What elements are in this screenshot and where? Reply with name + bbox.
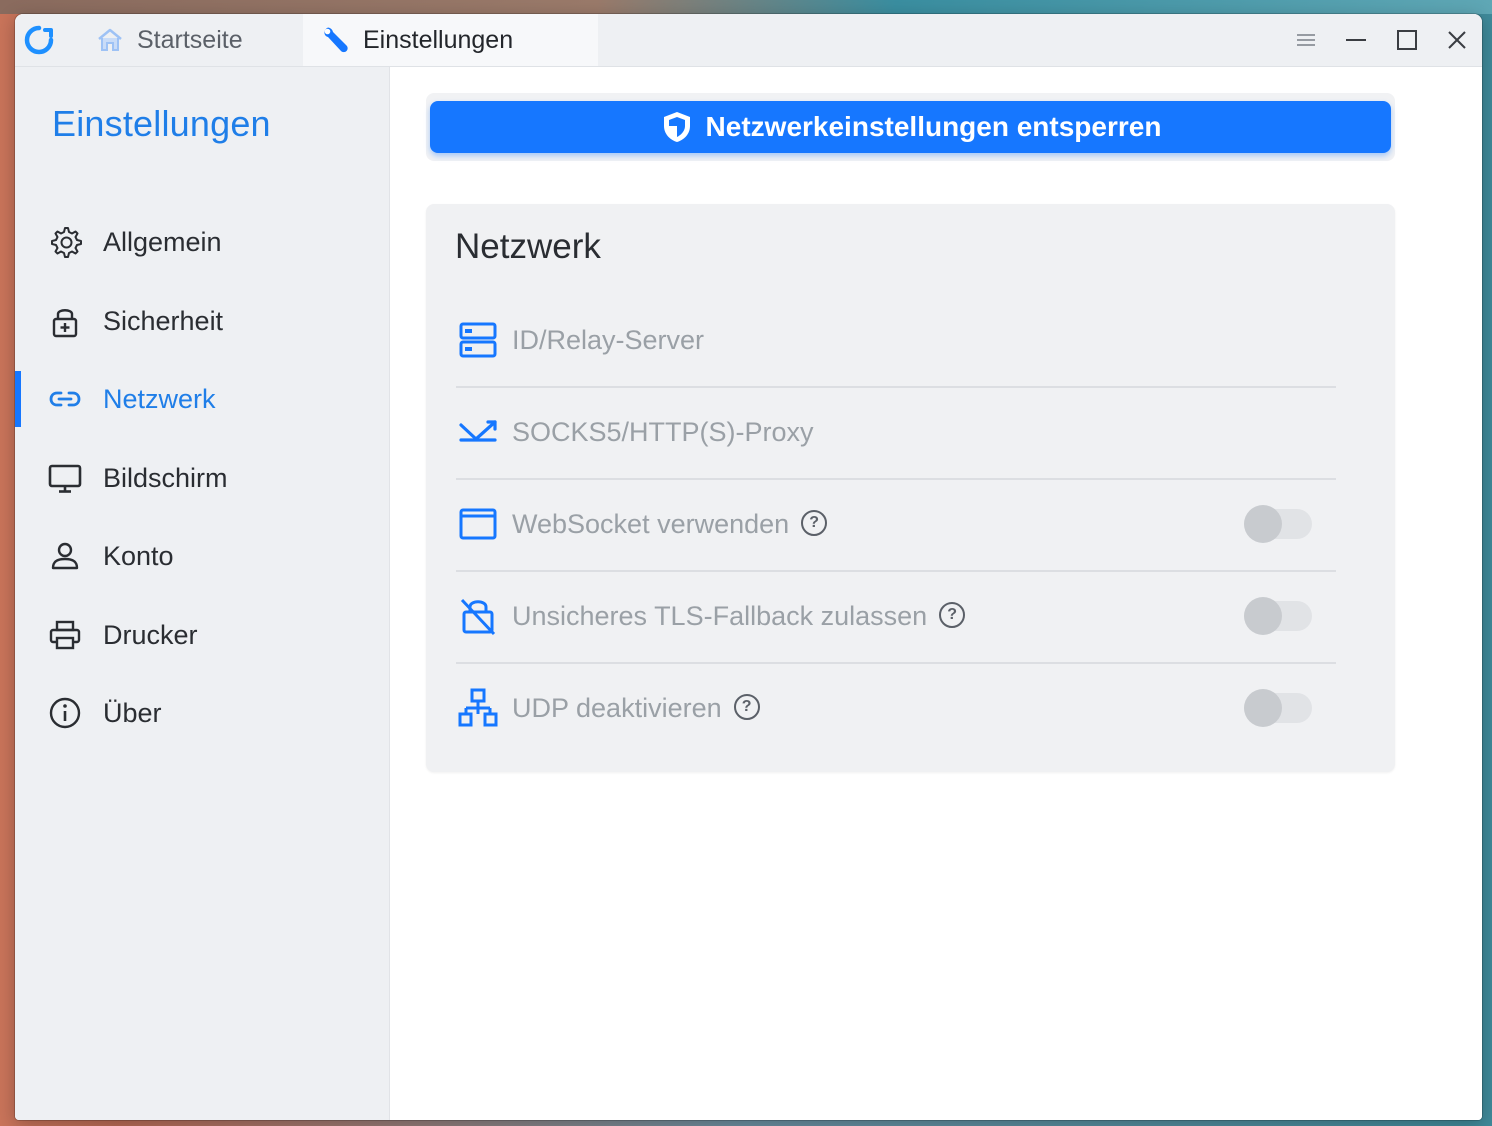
proxy-icon: [459, 420, 497, 442]
row-label-text: WebSocket verwenden: [512, 508, 790, 539]
sidebar-item-label: Bildschirm: [103, 462, 228, 493]
tls-fallback-toggle[interactable]: [1244, 597, 1312, 635]
row-tls-fallback: Unsicheres TLS-Fallback zulassen?: [456, 570, 1336, 664]
udp-toggle[interactable]: [1244, 689, 1312, 727]
help-icon[interactable]: ?: [939, 602, 966, 629]
sidebar-item-label: Drucker: [103, 619, 198, 650]
row-label: WebSocket verwenden?: [512, 508, 828, 540]
sidebar: Einstellungen Allgemein Sicherheit Netzw…: [15, 67, 390, 1120]
printer-icon: [49, 620, 81, 650]
row-udp-disable: UDP deaktivieren?: [456, 662, 1336, 754]
row-label: Unsicheres TLS-Fallback zulassen?: [512, 600, 966, 632]
row-label: SOCKS5/HTTP(S)-Proxy: [512, 416, 814, 447]
close-icon[interactable]: [1444, 27, 1470, 53]
sidebar-item-label: Konto: [103, 540, 174, 571]
lock-icon: [52, 309, 78, 338]
card-title: Netzwerk: [455, 227, 601, 266]
lock-off-icon: [460, 598, 496, 636]
row-label: UDP deaktivieren?: [512, 693, 760, 724]
tab-label: Startseite: [137, 25, 243, 54]
row-label-text: UDP deaktivieren: [512, 692, 722, 723]
sidebar-item-netzwerk[interactable]: Netzwerk: [15, 369, 389, 429]
server-icon: [459, 322, 497, 358]
sidebar-item-drucker[interactable]: Drucker: [15, 605, 389, 665]
row-label: ID/Relay-Server: [512, 324, 705, 355]
gear-icon: [51, 227, 82, 258]
tab-startseite[interactable]: Startseite: [91, 14, 305, 66]
tab-label: Einstellungen: [363, 25, 514, 54]
row-label-text: Unsicheres TLS-Fallback zulassen: [512, 600, 928, 631]
title-bar[interactable]: Startseite Einstellungen: [15, 14, 1482, 67]
main-content: Netzwerkeinstellungen entsperren Netzwer…: [390, 67, 1482, 1120]
sidebar-item-label: Netzwerk: [103, 383, 216, 414]
sidebar-item-ueber[interactable]: Über: [15, 683, 389, 743]
menu-icon[interactable]: [1293, 27, 1319, 53]
app-logo-icon: [24, 25, 54, 55]
sidebar-item-label: Sicherheit: [103, 305, 224, 336]
unlock-button-label: Netzwerkeinstellungen entsperren: [705, 111, 1162, 142]
home-icon: [98, 28, 122, 51]
toggle-knob: [1244, 689, 1282, 727]
unlock-network-settings-button[interactable]: Netzwerkeinstellungen entsperren: [430, 101, 1391, 153]
sidebar-item-konto[interactable]: Konto: [15, 526, 389, 586]
network-tree-icon: [458, 688, 498, 727]
window-icon: [459, 508, 497, 540]
maximize-icon[interactable]: [1394, 27, 1420, 53]
monitor-icon: [48, 464, 82, 493]
row-id-relay-server[interactable]: ID/Relay-Server: [456, 294, 1336, 388]
info-icon: [49, 697, 81, 729]
sidebar-item-label: Über: [103, 697, 162, 728]
shield-icon: [663, 112, 690, 142]
sidebar-title: Einstellungen: [52, 103, 271, 144]
wrench-icon: [324, 27, 348, 53]
sidebar-item-sicherheit[interactable]: Sicherheit: [15, 291, 389, 351]
websocket-toggle[interactable]: [1244, 505, 1312, 543]
toggle-knob: [1244, 597, 1282, 635]
help-icon[interactable]: ?: [733, 694, 760, 721]
sidebar-item-allgemein[interactable]: Allgemein: [15, 212, 389, 272]
sidebar-item-bildschirm[interactable]: Bildschirm: [15, 448, 389, 508]
link-icon: [49, 391, 81, 407]
desktop-background: [0, 0, 1492, 14]
sidebar-item-label: Allgemein: [103, 226, 222, 257]
network-settings-card: Netzwerk ID/Relay-Server SOCKS5/HTTP(S)-…: [426, 204, 1395, 772]
row-socks5-proxy[interactable]: SOCKS5/HTTP(S)-Proxy: [456, 386, 1336, 480]
user-icon: [51, 542, 79, 570]
help-icon[interactable]: ?: [801, 510, 828, 537]
tab-einstellungen[interactable]: Einstellungen: [303, 14, 598, 66]
toggle-knob: [1244, 505, 1282, 543]
row-websocket: WebSocket verwenden?: [456, 478, 1336, 572]
app-window: Startseite Einstellungen Einstellungen A…: [15, 14, 1482, 1120]
minimize-icon[interactable]: [1343, 27, 1369, 53]
